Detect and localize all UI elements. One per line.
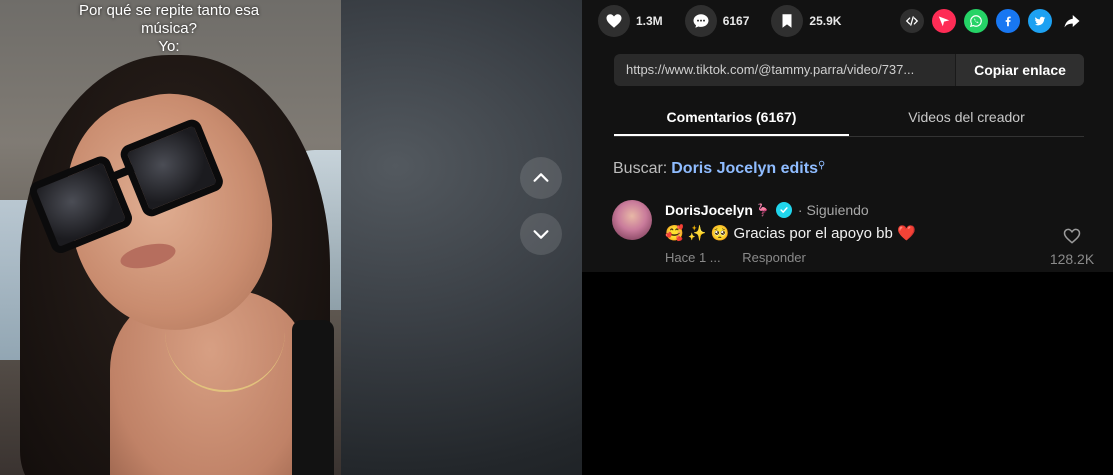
whatsapp-share-button[interactable] (964, 9, 988, 33)
comment-button[interactable] (684, 5, 717, 37)
video-link-bar: https://www.tiktok.com/@tammy.parra/vide… (614, 54, 1084, 86)
comment-like-button[interactable]: 128.2K (1042, 226, 1102, 267)
comment-meta: Hace 1 ... Responder (665, 250, 824, 265)
embed-icon (905, 16, 919, 26)
save-action[interactable]: 25.9K (771, 5, 841, 37)
action-bar: 1.3M 6167 25.9K (598, 4, 1098, 38)
like-count: 1.3M (636, 14, 663, 28)
video-caption: Por qué se repite tanto esa música? Yo: (50, 2, 288, 56)
whatsapp-icon (969, 15, 982, 28)
like-button[interactable] (598, 5, 630, 37)
search-prefix: Buscar: (613, 160, 668, 177)
comment-text: 🥰 ✨ 🥺 Gracias por el apoyo bb ❤️ (665, 225, 916, 242)
heart-outline-icon (1063, 228, 1081, 244)
chevron-down-icon (533, 230, 549, 239)
comment-count: 6167 (722, 14, 750, 28)
share-options (892, 4, 1084, 38)
comment-like-count: 128.2K (1049, 251, 1095, 267)
more-share-button[interactable] (1060, 9, 1084, 33)
caption-line: Yo: (158, 38, 180, 55)
facebook-share-button[interactable] (996, 9, 1020, 33)
comment-header: DorisJocelyn 🦩 · Siguiendo (665, 202, 869, 218)
following-status: · Siguiendo (797, 202, 869, 218)
chevron-up-icon (533, 173, 549, 182)
video-link-url[interactable]: https://www.tiktok.com/@tammy.parra/vide… (614, 54, 955, 86)
tab-comments[interactable]: Comentarios (6167) (614, 100, 849, 136)
comment-action[interactable]: 6167 (684, 5, 750, 37)
reply-button[interactable]: Responder (742, 250, 806, 265)
comment-bubble-icon (693, 14, 709, 28)
previous-video-button[interactable] (520, 157, 562, 199)
avatar[interactable] (612, 200, 652, 240)
search-icon: ⚲ (817, 160, 826, 171)
tiktok-page: Por qué se repite tanto esa música? Yo: (0, 0, 1113, 475)
heart-icon (606, 14, 622, 28)
comment-search-suggestion: Buscar: Doris Jocelyn edits⚲ (613, 160, 825, 178)
facebook-icon (1005, 16, 1011, 27)
copy-link-button[interactable]: Copiar enlace (955, 54, 1084, 86)
caption-line: Por qué se repite tanto esa (78, 2, 260, 19)
comment-item: DorisJocelyn 🦩 · Siguiendo 🥰 ✨ 🥺 Gracias… (612, 200, 1102, 270)
embed-button[interactable] (900, 9, 924, 33)
twitter-icon (1034, 16, 1046, 26)
comment-username[interactable]: DorisJocelyn (665, 202, 753, 218)
next-video-button[interactable] (520, 213, 562, 255)
video-area: Por qué se repite tanto esa música? Yo: (0, 0, 582, 475)
details-panel: 1.3M 6167 25.9K https://www.tiktok.com/@… (582, 0, 1113, 272)
panel-tabs: Comentarios (6167) Videos del creador (614, 100, 1084, 137)
search-term-link[interactable]: Doris Jocelyn edits (671, 160, 818, 177)
video-subject-top (292, 320, 334, 475)
comment-time: Hace 1 ... (665, 250, 721, 265)
like-action[interactable]: 1.3M (598, 5, 663, 37)
username-emoji: 🦩 (754, 203, 770, 217)
caption-line: música? (141, 20, 197, 37)
tab-creator-videos[interactable]: Videos del creador (849, 100, 1084, 136)
bookmark-icon (782, 14, 792, 28)
video-player[interactable]: Por qué se repite tanto esa música? Yo: (0, 0, 341, 475)
verified-badge-icon (775, 202, 792, 218)
save-count: 25.9K (809, 14, 842, 28)
send-to-friends-button[interactable] (932, 9, 956, 33)
share-arrow-icon (1064, 15, 1080, 28)
send-icon (938, 16, 950, 27)
twitter-share-button[interactable] (1028, 9, 1052, 33)
save-button[interactable] (771, 5, 804, 37)
